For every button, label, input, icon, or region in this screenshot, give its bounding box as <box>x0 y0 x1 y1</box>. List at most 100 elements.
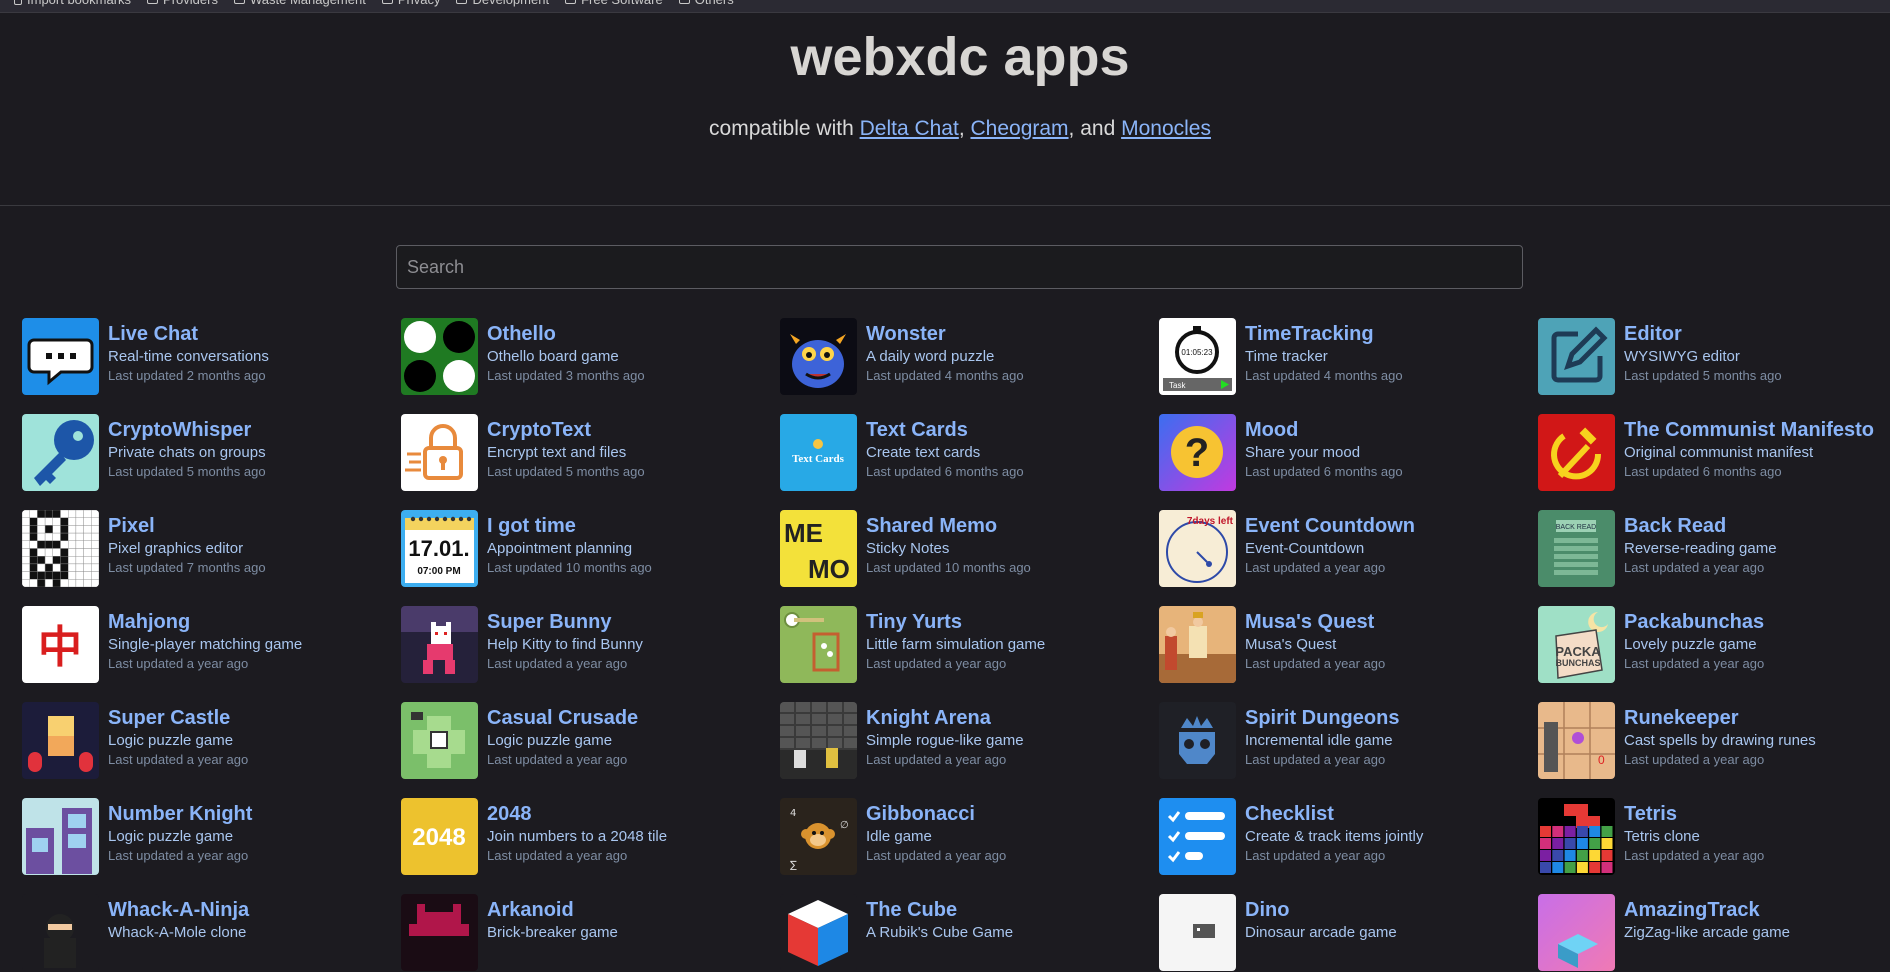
app-card[interactable]: Spirit Dungeons Incremental idle game Last… <box>1159 702 1529 780</box>
calendar-icon: 17.01. 07:00 PM <box>401 510 478 587</box>
app-description: Create text cards <box>866 444 981 461</box>
app-description: Reverse-reading game <box>1624 540 1777 557</box>
app-card[interactable]: Editor WYSIWYG editor Last updated 5 month… <box>1538 318 1890 396</box>
folder-icon <box>565 0 577 4</box>
app-card[interactable]: 17.01. 07:00 PM I got time Appointment plan… <box>401 510 771 588</box>
app-card[interactable]: ? Mood Share your mood Last updated 6 month… <box>1159 414 1529 492</box>
app-card[interactable]: Tiny Yurts Little farm simulation game Las… <box>780 606 1150 684</box>
app-card[interactable]: Wonster A daily word puzzle Last updated 4… <box>780 318 1150 396</box>
app-card[interactable]: ME MO Shared Memo Sticky Notes Last updated … <box>780 510 1150 588</box>
folder-icon <box>233 0 245 4</box>
svg-text:4: 4 <box>790 808 796 819</box>
app-card[interactable]: Checklist Create & track items jointly Las… <box>1159 798 1529 876</box>
svg-text:∑: ∑ <box>790 860 797 871</box>
app-card[interactable]: Text Cards Text Cards Create text cards Las… <box>780 414 1150 492</box>
app-name: Mood <box>1245 419 1299 441</box>
app-card[interactable]: AmazingTrack ZigZag-like arcade game <box>1538 894 1890 972</box>
delta-chat-link[interactable]: Delta Chat <box>860 117 959 140</box>
crowned-skull-icon <box>1159 702 1236 779</box>
app-card[interactable]: Arkanoid Brick-breaker game <box>401 894 771 972</box>
bookmark-item[interactable]: Import bookmarks <box>14 0 131 7</box>
app-card[interactable]: Whack-A-Ninja Whack-A-Mole clone <box>22 894 392 972</box>
app-card[interactable]: Othello Othello board game Last updated 3 … <box>401 318 771 396</box>
app-updated: Last updated a year ago <box>108 656 249 671</box>
farm-field-icon <box>780 606 857 683</box>
app-name: Super Bunny <box>487 611 612 633</box>
app-card[interactable]: Super Bunny Help Kitty to find Bunny Last … <box>401 606 771 684</box>
app-name: Super Castle <box>108 707 231 729</box>
app-card[interactable]: 0 Runekeeper Cast spells by drawing runes L… <box>1538 702 1890 780</box>
app-card[interactable]: Musa's Quest Musa's Quest Last updated a y… <box>1159 606 1529 684</box>
ninja-icon <box>22 894 99 971</box>
app-description: Original communist manifest <box>1624 444 1814 461</box>
app-card[interactable]: Casual Crusade Logic puzzle game Last upda… <box>401 702 771 780</box>
app-card[interactable]: Tetris Tetris clone Last updated a year ag… <box>1538 798 1890 876</box>
app-card[interactable]: CryptoText Encrypt text and files Last upd… <box>401 414 771 492</box>
app-description: Create & track items jointly <box>1245 828 1424 845</box>
app-description: Sticky Notes <box>866 540 950 557</box>
app-updated: Last updated 3 months ago <box>487 368 645 383</box>
app-card[interactable]: 01:05:23 Task TimeTracking Time tracker Last… <box>1159 318 1529 396</box>
search-input[interactable] <box>396 245 1523 289</box>
app-description: Musa's Quest <box>1245 636 1337 653</box>
app-name: Whack-A-Ninja <box>108 899 250 921</box>
app-updated: Last updated a year ago <box>866 656 1007 671</box>
bookmark-item[interactable]: Free Software <box>565 0 663 7</box>
svg-text:BACK READ: BACK READ <box>1556 524 1596 531</box>
mahjong-tile-icon: 中 <box>22 606 99 683</box>
app-description: ZigZag-like arcade game <box>1624 924 1790 941</box>
bookmark-item[interactable]: Providers <box>147 0 218 7</box>
app-updated: Last updated a year ago <box>866 848 1007 863</box>
app-card[interactable]: Pixel Pixel graphics editor Last updated 7… <box>22 510 392 588</box>
svg-text:ME: ME <box>784 518 823 548</box>
app-card[interactable]: 中 Mahjong Single-player matching game Last … <box>22 606 392 684</box>
app-card[interactable]: The Cube A Rubik's Cube Game <box>780 894 1150 972</box>
monocles-link[interactable]: Monocles <box>1121 117 1211 140</box>
app-card[interactable]: 7days left Event Countdown Event-Countdown… <box>1159 510 1529 588</box>
app-card[interactable]: 2048 2048 Join numbers to a 2048 tile Last … <box>401 798 771 876</box>
app-name: Live Chat <box>108 323 199 345</box>
bookmark-label: Providers <box>163 0 218 7</box>
bookmark-item[interactable]: Privacy <box>381 0 441 7</box>
bookmark-label: Privacy <box>398 0 441 7</box>
app-name: Othello <box>487 323 556 345</box>
app-card[interactable]: PACKA BUNCHAS Packabunchas Lovely puzzle ga… <box>1538 606 1890 684</box>
bookmark-item[interactable]: Others <box>678 0 734 7</box>
app-card[interactable]: Knight Arena Simple rogue-like game Last u… <box>780 702 1150 780</box>
svg-text:PACKA: PACKA <box>1555 644 1601 659</box>
cheogram-link[interactable]: Cheogram <box>970 117 1068 140</box>
app-description: Logic puzzle game <box>108 828 234 845</box>
app-name: Runekeeper <box>1624 707 1739 729</box>
app-card[interactable]: 4 ∑ ∅ Gibbonacci Idle game Last updated a yea… <box>780 798 1150 876</box>
key-icon <box>22 414 99 491</box>
app-description: Logic puzzle game <box>487 732 613 749</box>
svg-text:Text Cards: Text Cards <box>792 453 845 465</box>
page-icon <box>14 0 22 5</box>
app-card[interactable]: Super Castle Logic puzzle game Last update… <box>22 702 392 780</box>
app-updated: Last updated 10 months ago <box>487 560 652 575</box>
app-name: 2048 <box>487 803 532 825</box>
app-description: A Rubik's Cube Game <box>866 924 1014 941</box>
app-card[interactable]: Live Chat Real-time conversations Last upd… <box>22 318 392 396</box>
app-card[interactable]: CryptoWhisper Private chats on groups Last… <box>22 414 392 492</box>
app-card[interactable]: Dino Dinosaur arcade game <box>1159 894 1529 972</box>
app-description: Whack-A-Mole clone <box>108 924 247 941</box>
memo-icon: ME MO <box>780 510 857 587</box>
app-card[interactable]: Number Knight Logic puzzle game Last updat… <box>22 798 392 876</box>
app-name: Arkanoid <box>487 899 574 921</box>
app-card[interactable]: BACK READ Back Read Reverse-reading game La… <box>1538 510 1890 588</box>
subtitle-prefix: compatible with <box>709 117 860 140</box>
app-description: Time tracker <box>1245 348 1328 365</box>
app-updated: Last updated 6 months ago <box>1245 464 1403 479</box>
bookmark-item[interactable]: Development <box>456 0 549 7</box>
zigzag-track-icon <box>1538 894 1615 971</box>
app-description: Dinosaur arcade game <box>1245 924 1397 941</box>
app-name: Gibbonacci <box>866 803 975 825</box>
bookmark-item[interactable]: Waste Management <box>233 0 366 7</box>
hammer-sickle-icon <box>1538 414 1615 491</box>
othello-board-icon <box>401 318 478 395</box>
app-card[interactable]: The Communist Manifesto Original communis… <box>1538 414 1890 492</box>
bookmarks-toolbar: Import bookmarks Providers Waste Managemen… <box>0 0 1890 13</box>
app-updated: Last updated 5 months ago <box>1624 368 1782 383</box>
app-description: Join numbers to a 2048 tile <box>487 828 668 845</box>
